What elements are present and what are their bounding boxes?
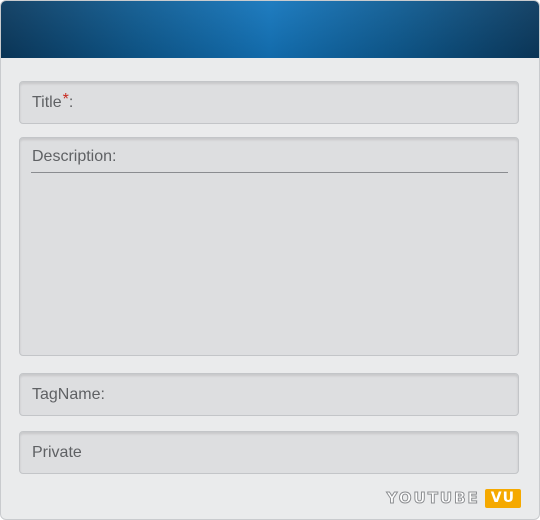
private-label: Private: [32, 444, 82, 461]
description-field[interactable]: Description:: [19, 137, 519, 356]
description-textarea[interactable]: [31, 178, 508, 347]
title-field[interactable]: Title*:: [19, 81, 519, 124]
description-divider: [31, 172, 508, 173]
youtube-vu-logo: YOUTUBE VU: [386, 489, 521, 508]
title-label-colon: :: [68, 94, 74, 111]
title-label-text: Title: [32, 94, 62, 111]
description-label: Description:: [32, 148, 117, 165]
upload-panel: Title*: Description: TagName: Private YO…: [0, 0, 540, 520]
logo-text: YOUTUBE: [386, 489, 480, 508]
logo-badge: VU: [484, 489, 521, 508]
title-label: Title*:: [32, 91, 74, 112]
required-asterisk: *: [62, 91, 69, 108]
header-bar: [1, 1, 539, 58]
tagname-field[interactable]: TagName:: [19, 373, 519, 416]
tagname-label: TagName:: [32, 386, 105, 403]
private-field[interactable]: Private: [19, 431, 519, 474]
